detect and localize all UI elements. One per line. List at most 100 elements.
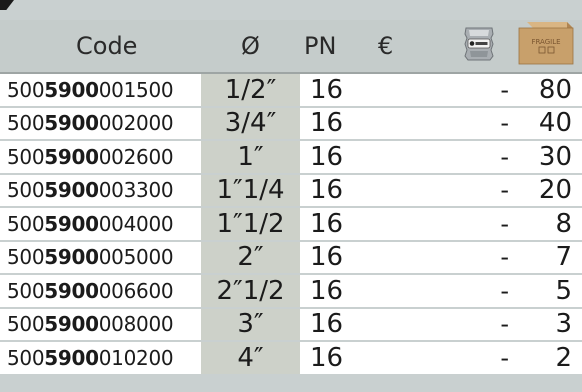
code-bold: 5900 — [44, 178, 99, 203]
code-prefix: 500 — [7, 77, 45, 102]
pn-cell: 16 — [300, 107, 364, 141]
price-cell — [364, 308, 447, 342]
table-row: 5005900004000 1″1/2 16-8 — [0, 208, 582, 242]
code-bold: 5900 — [44, 278, 99, 303]
box-qty-cell: 40 — [510, 107, 582, 141]
bag-qty-cell: - — [447, 208, 510, 242]
box-qty-cell: 2 — [510, 342, 582, 374]
diameter-cell: 4″ — [201, 342, 300, 374]
table-row: 5005900006600 2″1/2 16-5 — [0, 275, 582, 309]
diameter-cell: 3/4″ — [201, 107, 300, 141]
code-cell: 5005900010200 — [0, 342, 201, 374]
code-cell: 5005900003300 — [0, 174, 201, 208]
pn-cell: 16 — [300, 74, 364, 108]
code-bold: 5900 — [44, 111, 99, 136]
code-prefix: 500 — [7, 278, 45, 303]
diameter-cell: 3″ — [201, 308, 300, 342]
fragile-box-icon: FRAGILE — [517, 20, 575, 72]
code-prefix: 500 — [7, 211, 45, 236]
code-suffix: 002000 — [98, 111, 174, 136]
pn-cell: 16 — [300, 241, 364, 275]
code-suffix: 001500 — [98, 77, 174, 102]
bag-qty-cell: - — [447, 275, 510, 309]
header-price: € — [364, 20, 447, 74]
box-qty-cell: 8 — [510, 208, 582, 242]
pn-cell: 16 — [300, 141, 364, 175]
pn-cell: 16 — [300, 208, 364, 242]
table-row: 5005900002600 1″ 16 -30 — [0, 141, 582, 175]
bag-qty-cell: - — [447, 74, 510, 108]
table-row: 5005900002000 3/4″ 16-40 — [0, 107, 582, 141]
header-box: FRAGILE — [510, 20, 582, 74]
price-cell — [364, 275, 447, 309]
code-cell: 5005900005000 — [0, 241, 201, 275]
bag-qty-cell: - — [447, 107, 510, 141]
price-cell — [364, 107, 447, 141]
pn-cell: 16 — [300, 174, 364, 208]
product-table: Code Ø PN € FRAGILE 5005900001500 1/2″ 1… — [0, 20, 582, 374]
table-row: 5005900003300 1″1/4 16-20 — [0, 174, 582, 208]
box-qty-cell: 80 — [510, 74, 582, 108]
price-cell — [364, 208, 447, 242]
diameter-cell: 1″ — [201, 141, 300, 175]
table-header-row: Code Ø PN € FRAGILE — [0, 20, 582, 74]
price-cell — [364, 74, 447, 108]
bag-qty-cell: - — [447, 308, 510, 342]
code-cell: 5005900001500 — [0, 74, 201, 108]
price-cell — [364, 342, 447, 374]
code-bold: 5900 — [44, 144, 99, 169]
table-row: 5005900008000 3″ 16 -3 — [0, 308, 582, 342]
corner-mark — [0, 0, 14, 10]
box-qty-cell: 3 — [510, 308, 582, 342]
diameter-cell: 1″1/2 — [201, 208, 300, 242]
pn-cell: 16 — [300, 308, 364, 342]
code-cell: 5005900002600 — [0, 141, 201, 175]
code-bold: 5900 — [44, 245, 99, 270]
fragile-label: FRAGILE — [531, 38, 560, 46]
header-code: Code — [0, 20, 201, 74]
price-cell — [364, 174, 447, 208]
bag-qty-cell: - — [447, 241, 510, 275]
code-suffix: 003300 — [98, 178, 174, 203]
code-bold: 5900 — [44, 211, 99, 236]
code-suffix: 008000 — [98, 312, 174, 337]
header-diameter: Ø — [201, 20, 300, 74]
diameter-cell: 1″1/4 — [201, 174, 300, 208]
table-row: 5005900010200 4″ 16-2 — [0, 342, 582, 374]
top-strip — [0, 0, 582, 20]
code-suffix: 002600 — [98, 144, 174, 169]
code-prefix: 500 — [7, 345, 45, 370]
box-qty-cell: 30 — [510, 141, 582, 175]
code-prefix: 500 — [7, 111, 45, 136]
header-bag — [447, 20, 510, 74]
code-bold: 5900 — [44, 77, 99, 102]
code-suffix: 004000 — [98, 211, 174, 236]
code-cell: 5005900004000 — [0, 208, 201, 242]
code-prefix: 500 — [7, 178, 45, 203]
bag-qty-cell: - — [447, 342, 510, 374]
bag-qty-cell: - — [447, 174, 510, 208]
box-qty-cell: 7 — [510, 241, 582, 275]
box-qty-cell: 5 — [510, 275, 582, 309]
header-pn: PN — [300, 20, 364, 74]
diameter-cell: 1/2″ — [201, 74, 300, 108]
code-bold: 5900 — [44, 312, 99, 337]
code-prefix: 500 — [7, 245, 45, 270]
bag-qty-cell: - — [447, 141, 510, 175]
code-cell: 5005900002000 — [0, 107, 201, 141]
code-cell: 5005900006600 — [0, 275, 201, 309]
package-bag-icon — [462, 24, 496, 68]
table-row: 5005900001500 1/2″ 16-80 — [0, 74, 582, 108]
code-suffix: 005000 — [98, 245, 174, 270]
diameter-cell: 2″1/2 — [201, 275, 300, 309]
pn-cell: 16 — [300, 275, 364, 309]
diameter-cell: 2″ — [201, 241, 300, 275]
code-bold: 5900 — [44, 345, 99, 370]
price-cell — [364, 241, 447, 275]
code-suffix: 010200 — [98, 345, 174, 370]
code-prefix: 500 — [7, 312, 45, 337]
table-row: 5005900005000 2″ 16-7 — [0, 241, 582, 275]
code-suffix: 006600 — [98, 278, 174, 303]
box-qty-cell: 20 — [510, 174, 582, 208]
pn-cell: 16 — [300, 342, 364, 374]
